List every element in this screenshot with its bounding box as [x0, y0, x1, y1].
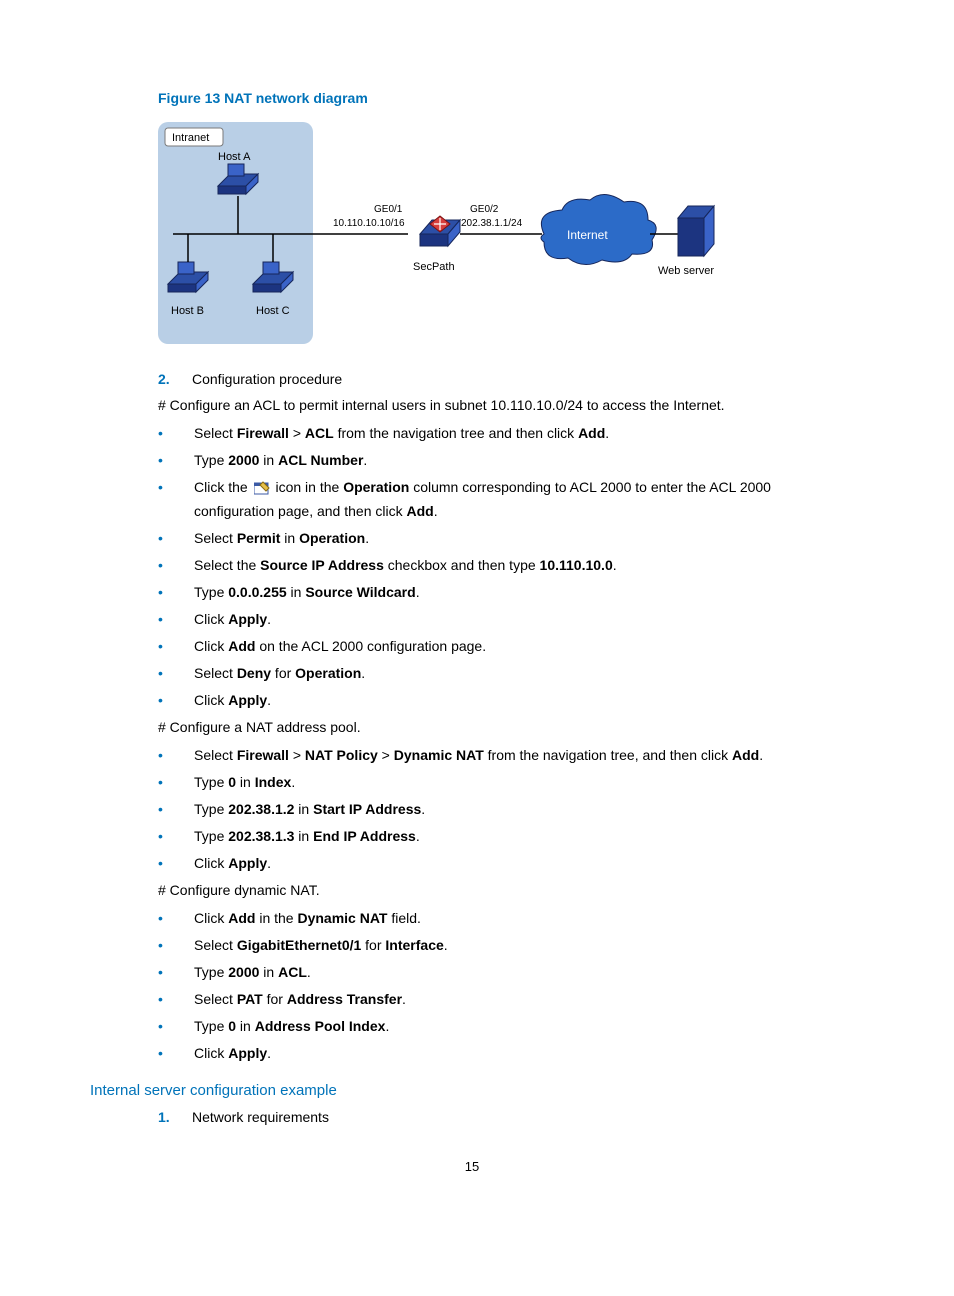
list-item: •Click Add on the ACL 2000 configuration…: [158, 636, 854, 657]
section-heading: Internal server configuration example: [90, 1082, 854, 1099]
list-item: •Click Apply.: [158, 853, 854, 874]
diagram-hostA-label: Host A: [218, 151, 251, 163]
list-item: •Select Permit in Operation.: [158, 528, 854, 549]
network-diagram: Intranet Host A Host B: [158, 114, 854, 347]
list-item: •Type 202.38.1.2 in Start IP Address.: [158, 799, 854, 820]
hash-comment-1: # Configure an ACL to permit internal us…: [158, 397, 854, 413]
bullet-dot: •: [158, 772, 170, 793]
list-item: •Type 0 in Index.: [158, 772, 854, 793]
diagram-intranet-label: Intranet: [172, 132, 209, 144]
step-text: Network requirements: [192, 1109, 329, 1125]
page-number: 15: [90, 1159, 854, 1174]
list-item: •Select Firewall > ACL from the navigati…: [158, 423, 854, 444]
list-item: •Click the icon in the Operation column …: [158, 477, 854, 522]
bullet-dot: •: [158, 423, 170, 444]
diagram-hostB-label: Host B: [171, 305, 204, 317]
bullet-dot: •: [158, 636, 170, 657]
list-item: •Click Apply.: [158, 690, 854, 711]
figure-caption: Figure 13 NAT network diagram: [158, 90, 854, 106]
bullet-list-2: •Select Firewall > NAT Policy > Dynamic …: [158, 745, 854, 874]
bullet-dot: •: [158, 853, 170, 874]
step-number: 1.: [158, 1109, 174, 1125]
list-item: •Select Firewall > NAT Policy > Dynamic …: [158, 745, 854, 766]
hash-comment-2: # Configure a NAT address pool.: [158, 719, 854, 735]
bullet-dot: •: [158, 745, 170, 766]
list-item: •Type 202.38.1.3 in End IP Address.: [158, 826, 854, 847]
edit-acl-icon: [254, 480, 270, 501]
step-1b: 1. Network requirements: [158, 1109, 854, 1125]
bullet-dot: •: [158, 826, 170, 847]
list-item: •Click Apply.: [158, 1043, 854, 1064]
bullet-dot: •: [158, 450, 170, 471]
bullet-dot: •: [158, 528, 170, 549]
diagram-hostC-label: Host C: [256, 305, 290, 317]
diagram-webserver-label: Web server: [658, 265, 714, 277]
diagram-secpath-label: SecPath: [413, 261, 455, 273]
bullet-dot: •: [158, 908, 170, 929]
bullet-dot: •: [158, 935, 170, 956]
list-item: •Select PAT for Address Transfer.: [158, 989, 854, 1010]
bullet-list-3: •Click Add in the Dynamic NAT field. •Se…: [158, 908, 854, 1064]
list-item: •Select GigabitEthernet0/1 for Interface…: [158, 935, 854, 956]
list-item: •Type 2000 in ACL.: [158, 962, 854, 983]
step-2: 2. Configuration procedure: [158, 371, 854, 387]
webserver-icon: [678, 206, 714, 256]
step-number: 2.: [158, 371, 174, 387]
diagram-ge02: GE0/2: [470, 204, 499, 215]
bullet-dot: •: [158, 962, 170, 983]
list-item: •Type 0.0.0.255 in Source Wildcard.: [158, 582, 854, 603]
bullet-dot: •: [158, 555, 170, 576]
step-text: Configuration procedure: [192, 371, 342, 387]
list-item: •Click Apply.: [158, 609, 854, 630]
diagram-internet-label: Internet: [567, 228, 608, 242]
hash-comment-3: # Configure dynamic NAT.: [158, 882, 854, 898]
secpath-icon: [420, 216, 460, 246]
diagram-ge01: GE0/1: [374, 204, 403, 215]
list-item: •Select Deny for Operation.: [158, 663, 854, 684]
bullet-dot: •: [158, 799, 170, 820]
list-item: •Click Add in the Dynamic NAT field.: [158, 908, 854, 929]
list-item: •Select the Source IP Address checkbox a…: [158, 555, 854, 576]
bullet-dot: •: [158, 582, 170, 603]
bullet-dot: •: [158, 663, 170, 684]
list-item: •Type 0 in Address Pool Index.: [158, 1016, 854, 1037]
diagram-ge02-ip: 202.38.1.1/24: [461, 218, 523, 229]
bullet-dot: •: [158, 609, 170, 630]
bullet-list-1: •Select Firewall > ACL from the navigati…: [158, 423, 854, 711]
internet-cloud: Internet: [541, 194, 656, 264]
bullet-dot: •: [158, 690, 170, 711]
diagram-ge01-ip: 10.110.10.10/16: [333, 218, 405, 229]
bullet-dot: •: [158, 989, 170, 1010]
document-page: Figure 13 NAT network diagram Intranet H…: [0, 0, 954, 1214]
bullet-dot: •: [158, 477, 170, 498]
bullet-dot: •: [158, 1016, 170, 1037]
list-item: •Type 2000 in ACL Number.: [158, 450, 854, 471]
bullet-dot: •: [158, 1043, 170, 1064]
